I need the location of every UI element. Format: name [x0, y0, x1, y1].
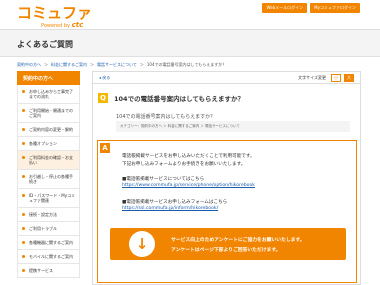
application-form-link[interactable]: https://ssl.commufa.jp/inform/hikorebook…	[122, 206, 218, 211]
breadcrumb-link[interactable]: 料金に関するご案内	[51, 62, 87, 68]
answer-text: 下記お申し込みフォームよりお手続きをお願いいたします。	[122, 162, 246, 167]
answer-box: A 電話帳掲載サービスをお申し込みいただくことで利用可能です。 下記お申し込みフ…	[97, 140, 357, 283]
font-small-button[interactable]: 小	[331, 74, 341, 82]
question-body: 104での電話番号案内はしてもらえますか？	[116, 114, 216, 120]
answer-badge: A	[100, 143, 110, 153]
font-size-label: 文字サイズ変更	[298, 75, 326, 80]
breadcrumb: 契約中の方へ ＞ 料金に関するご案内 ＞ 電話サービスについて ＞ 104での電…	[17, 62, 226, 68]
logo-tagline: Powered by ctc	[41, 21, 83, 29]
answer-heading: ■電話帳掲載サービスについてはこちら	[122, 177, 205, 182]
survey-text: サービス向上のためアンケートにご協力をお願いいたします。	[171, 238, 305, 243]
sidebar-item[interactable]: モバイルに関するご案内	[17, 250, 80, 264]
sidebar-item[interactable]: ご利用開始・開通までのご案内	[17, 104, 80, 123]
main-toolbar: ◂ 戻る 文字サイズ変更 小 大	[93, 72, 360, 84]
commufa-logo[interactable]: コミュファ Powered by ctc	[17, 4, 93, 29]
back-label: 戻る	[102, 75, 111, 80]
breadcrumb-separator: ＞	[139, 62, 144, 67]
survey-text: アンケートはページ下部よりご回答いただけます。	[171, 248, 281, 253]
page-title-bar: よくあるご質問	[0, 30, 380, 57]
breadcrumb-link[interactable]: 電話サービスについて	[97, 62, 137, 68]
survey-banner[interactable]: ↓ サービス向上のためアンケートにご協力をお願いいたします。 アンケートはページ…	[110, 228, 346, 260]
category-path: カテゴリー：契約中の方へ ＞ 料金に関するご案内 ＞ 電話サービスについて	[116, 121, 350, 132]
sidebar-item[interactable]: ID・パスワード・Myコミュファ関連	[17, 189, 80, 208]
sidebar-item[interactable]: 提携サービス	[17, 264, 80, 278]
sidebar-item[interactable]: お申し込みから工事完了までの流れ	[17, 85, 80, 104]
answer-heading: ■電話帳掲載サービスお申し込みフォームはこちら	[122, 200, 228, 205]
sidebar-item[interactable]: ご契約内容の変更・解約	[17, 123, 80, 137]
back-link[interactable]: ◂ 戻る	[99, 75, 110, 81]
arrow-down-icon: ↓	[129, 231, 155, 257]
breadcrumb-link[interactable]: 契約中の方へ	[17, 62, 41, 68]
sidebar-item[interactable]: ご利用トラブル	[17, 222, 80, 236]
sidebar-heading: 契約中の方へ	[17, 71, 80, 85]
question-badge: Q	[98, 93, 108, 103]
header-links: Webメールログイン Myコミュファログイン	[262, 3, 360, 13]
page-title: よくあるご質問	[17, 40, 73, 49]
sidebar-item-active[interactable]: ご利用料金の確認・お支払い	[17, 151, 80, 170]
sidebar-item[interactable]: 接続・設定方法	[17, 208, 80, 222]
sidebar-item[interactable]: 各種オプション	[17, 137, 80, 151]
breadcrumb-separator: ＞	[90, 62, 94, 67]
question-title: 104での電話番号案内はしてもらえますか？	[114, 95, 245, 103]
mycommufa-login-link[interactable]: Myコミュファログイン	[310, 3, 360, 13]
faq-main-panel: ◂ 戻る 文字サイズ変更 小 大 Q 104での電話番号案内はしてもらえますか？…	[92, 71, 361, 285]
breadcrumb-current: 104での電話番号案内はしてもらえますか？	[146, 62, 227, 67]
sidebar-item[interactable]: 各種機器に関するご案内	[17, 236, 80, 250]
font-large-button[interactable]: 大	[344, 74, 354, 82]
webmail-login-link[interactable]: Webメールログイン	[262, 3, 308, 13]
answer-text: 電話帳掲載サービスをお申し込みいただくことで利用可能です。	[122, 154, 255, 159]
logo-tagline-brand: ctc	[71, 21, 84, 29]
sidebar: 契約中の方へ お申し込みから工事完了までの流れ ご利用開始・開通までのご案内 ご…	[17, 71, 80, 278]
service-info-link[interactable]: https://www.commufa.jp/service/phone/opt…	[122, 183, 255, 188]
breadcrumb-separator: ＞	[44, 62, 48, 67]
logo-text: コミュファ	[17, 4, 93, 22]
sidebar-item[interactable]: お引越し・停止の各種手続き	[17, 170, 80, 189]
